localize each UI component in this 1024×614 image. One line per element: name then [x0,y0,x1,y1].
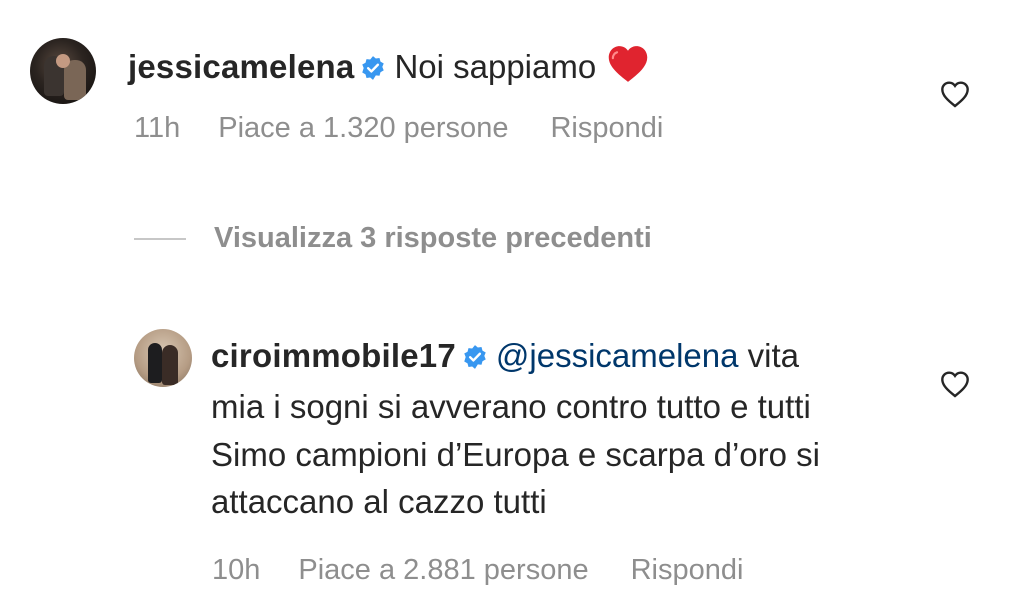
comment-2-likes[interactable]: Piace a 2.881 persone [298,554,588,587]
view-previous-replies[interactable]: Visualizza 3 risposte precedenti [134,222,652,255]
comment-2-text-2: mia i sogni si avverano contro tutto e t… [211,388,811,425]
comment-2-text-3: Simo campioni d’Europa e scarpa d’oro si [211,436,820,473]
verified-badge-icon [362,56,385,80]
avatar-jessicamelena[interactable] [30,38,96,104]
comment-2-text-4: attaccano al cazzo tutti [211,483,547,520]
comment-2-meta: 10h Piace a 2.881 persone Rispondi [212,554,743,587]
username-ciroimmobile17[interactable]: ciroimmobile17 [211,337,456,374]
verified-badge-icon [464,345,486,369]
comment-1-meta: 11h Piace a 1.320 persone Rispondi [134,112,663,145]
comment-1-time: 11h [134,112,181,144]
username-jessicamelena[interactable]: jessicamelena [128,48,354,85]
comment-2-reply-button[interactable]: Rispondi [631,554,744,587]
comment-2-text-1: vita [747,337,800,374]
comment-1-likes[interactable]: Piace a 1.320 persone [218,112,508,145]
mention-jessicamelena[interactable]: @jessicamelena [496,337,739,374]
like-heart-icon[interactable] [938,78,972,110]
replies-divider [134,237,186,240]
comment-1-reply-button[interactable]: Rispondi [550,112,663,145]
view-previous-replies-label: Visualizza 3 risposte precedenti [214,222,652,254]
avatar-ciroimmobile17[interactable] [134,329,192,387]
comment-1-body: jessicamelena Noi sappiamo [128,42,650,87]
comment-1-text: Noi sappiamo [394,48,597,85]
like-heart-icon[interactable] [938,368,972,400]
comment-2-time: 10h [212,554,261,586]
comment-2-line-1: ciroimmobile17 @jessicamelena vita [211,336,799,376]
red-heart-emoji-icon [608,46,648,82]
